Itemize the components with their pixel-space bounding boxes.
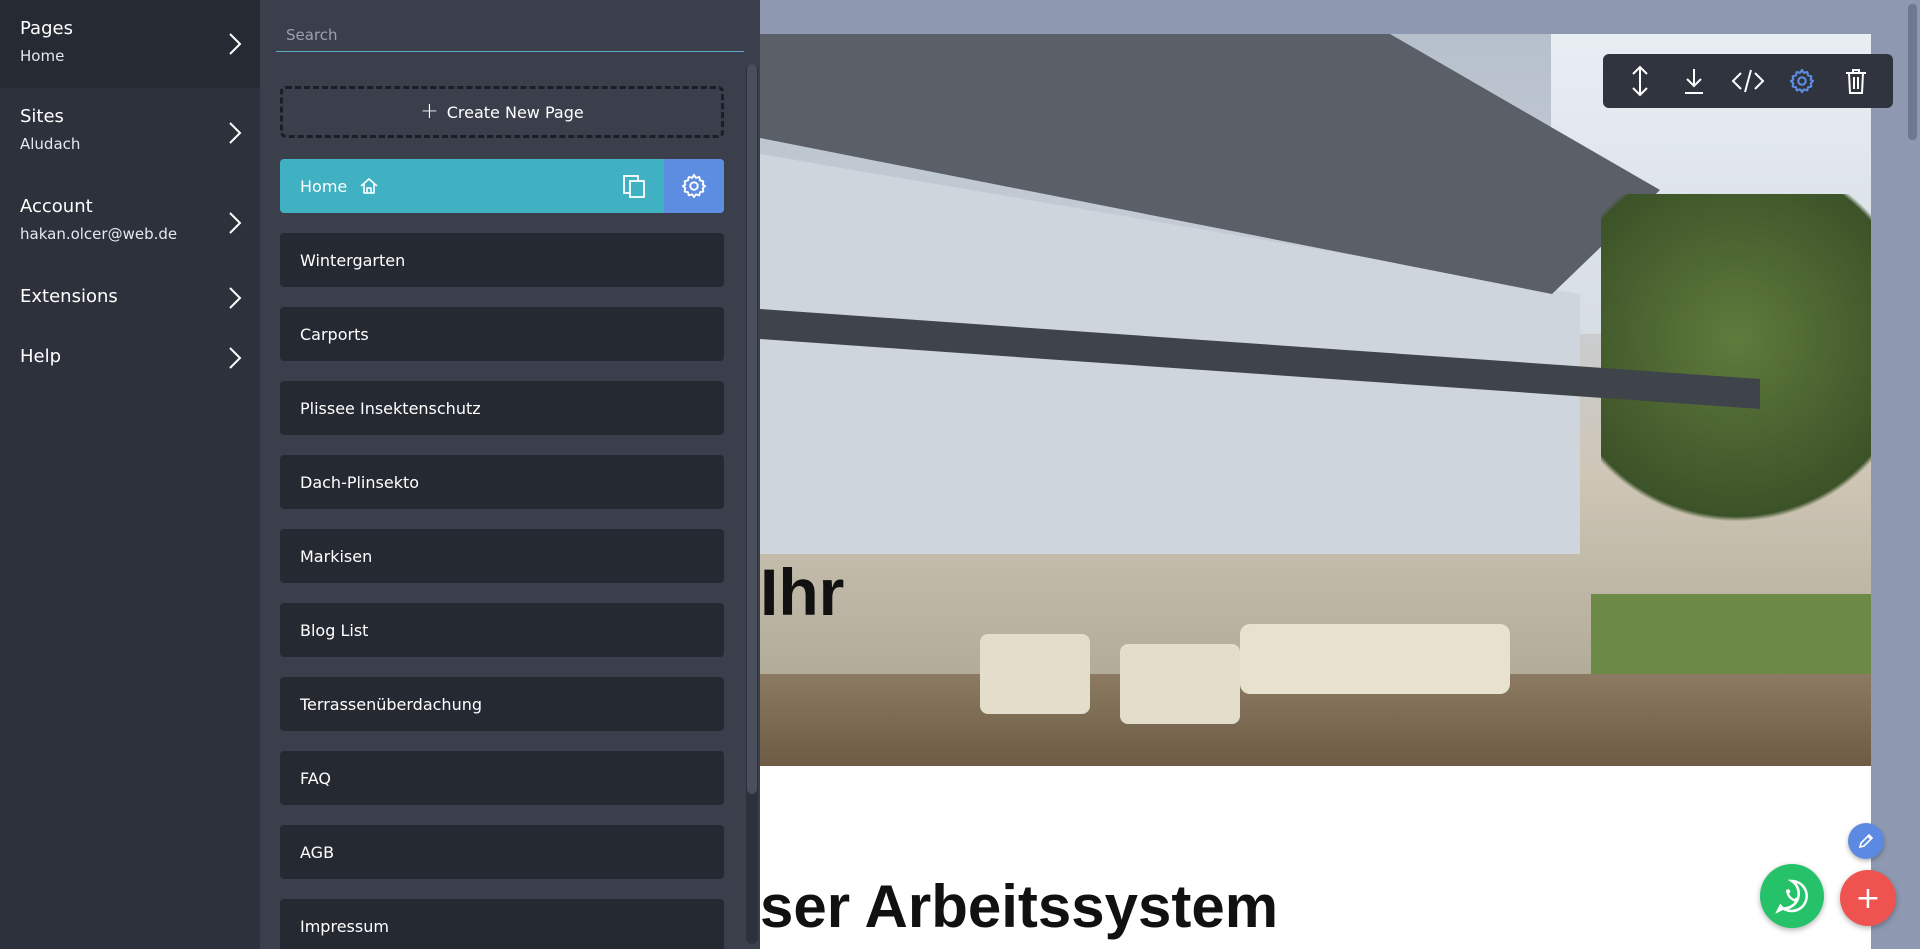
create-new-page-button[interactable]: + Create New Page [280,86,724,138]
page-item-impressum[interactable]: Impressum [280,899,724,949]
pages-panel: + Create New Page Home Wintergarten Carp… [260,0,760,949]
code-icon [1731,69,1765,93]
chevron-right-icon [229,287,242,309]
page-item-wintergarten[interactable]: Wintergarten [280,233,724,287]
download-icon [1685,69,1703,94]
page-item-plissee-insektenschutz[interactable]: Plissee Insektenschutz [280,381,724,435]
search-input[interactable] [276,18,744,52]
page-item-terrassenueberdachung[interactable]: Terrassenüberdachung [280,677,724,731]
chevron-right-icon [229,212,242,234]
nav-extensions-title: Extensions [20,286,118,307]
block-settings-button[interactable] [1782,61,1822,101]
pages-scrollbar[interactable] [746,64,758,944]
page-settings-button[interactable] [664,159,724,213]
nav-help-title: Help [20,346,62,367]
page-item-label: Wintergarten [300,250,406,270]
hero-chair [1120,644,1240,724]
page-item-label: Plissee Insektenschutz [300,398,481,418]
nav-sites-title: Sites [20,106,64,127]
edit-fab-button[interactable] [1848,823,1884,859]
nav-pages-title: Pages [20,18,73,39]
page-item-label: Terrassenüberdachung [300,694,483,714]
page-item-label: Carports [300,324,369,344]
code-block-button[interactable] [1728,61,1768,101]
plus-icon: + [1855,880,1881,916]
page-item-dach-plinsekto[interactable]: Dach-Plinsekto [280,455,724,509]
chevron-right-icon [229,347,242,369]
block-toolbar [1603,54,1893,108]
page-list: Home Wintergarten Carports Plissee Insek… [280,159,724,949]
nav-account[interactable]: Account hakan.olcer@web.de [0,178,260,268]
hero-title[interactable]: Ihr [760,554,844,630]
page-item-label: FAQ [300,768,331,788]
page-scrollbar[interactable] [1905,0,1920,949]
chevron-right-icon [229,33,242,55]
page-item-agb[interactable]: AGB [280,825,724,879]
nav-pages-subtitle: Home [20,47,65,65]
nav-help[interactable]: Help [0,328,260,388]
page-item-label: AGB [300,842,335,862]
page-item-label: Blog List [300,620,369,640]
gear-icon [681,173,707,199]
main-nav: Pages Home Sites Aludach Account hakan.o… [0,0,260,949]
delete-block-button[interactable] [1836,61,1876,101]
gear-icon [1789,68,1815,94]
hero-sofa [1240,624,1510,694]
page-item-label: Home [300,176,348,196]
nav-account-title: Account [20,196,93,217]
nav-sites-subtitle: Aludach [20,135,81,153]
nav-extensions[interactable]: Extensions [0,268,260,328]
chevron-right-icon [229,122,242,144]
page-item-blog-list[interactable]: Blog List [280,603,724,657]
page-item-label: Dach-Plinsekto [300,472,420,492]
section-title[interactable]: ser Arbeitssystem [760,872,1278,941]
create-new-page-label: Create New Page [446,102,584,122]
hero-chair [980,634,1090,714]
hero-image [760,34,1871,766]
nav-sites[interactable]: Sites Aludach [0,88,260,178]
pencil-icon [1858,833,1874,849]
nav-pages[interactable]: Pages Home [0,0,260,88]
home-icon [360,178,378,194]
whatsapp-icon [1775,879,1808,914]
add-fab-button[interactable]: + [1840,870,1896,926]
plus-icon: + [420,99,439,124]
move-block-button[interactable] [1620,61,1660,101]
page-item-markisen[interactable]: Markisen [280,529,724,583]
move-vertical-icon [1632,65,1648,97]
page-item-label: Markisen [300,546,373,566]
page-preview: Ihr ser Arbeitssystem [760,34,1871,949]
page-item-home[interactable]: Home [280,159,724,213]
duplicate-page-button[interactable] [604,159,664,213]
page-item-carports[interactable]: Carports [280,307,724,361]
whatsapp-button[interactable] [1760,864,1824,928]
page-item-label: Impressum [300,916,389,936]
pages-scrollbar-thumb[interactable] [747,64,757,794]
trash-icon [1846,69,1866,94]
page-scrollbar-thumb[interactable] [1908,4,1917,140]
page-item-faq[interactable]: FAQ [280,751,724,805]
nav-account-subtitle: hakan.olcer@web.de [20,225,178,243]
download-block-button[interactable] [1674,61,1714,101]
copy-icon [623,175,645,198]
